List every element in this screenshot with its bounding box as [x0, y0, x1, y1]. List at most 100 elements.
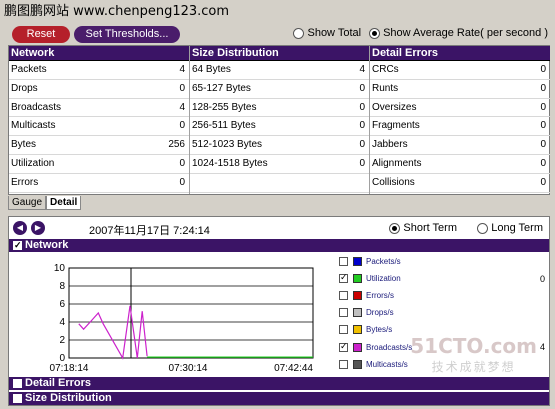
network-chart: 108642007:18:14 07:30:14 07:42:44	[50, 263, 314, 374]
legend-label: Drops/s	[366, 308, 394, 318]
network-section-label: Network	[25, 239, 69, 251]
detail-errors-row-value: 0	[540, 64, 546, 75]
legend-checkbox[interactable]	[339, 257, 348, 267]
legend-item[interactable]: Drops/s	[339, 304, 545, 321]
legend-swatch	[353, 257, 362, 267]
legend-label: Packets/s	[366, 257, 401, 267]
long-term-radio[interactable]	[477, 222, 489, 234]
detail-errors-row-value: 0	[540, 101, 546, 113]
show-total-radio[interactable]	[293, 27, 305, 39]
detail-errors-row: Fragments 0	[370, 117, 550, 137]
detail-errors-row: Oversizes 0	[370, 99, 550, 118]
detail-errors-section-header[interactable]: Detail Errors	[9, 377, 549, 390]
network-row-value: 256	[168, 139, 185, 151]
network-row-label: Utilization	[11, 157, 55, 169]
size-distribution-row-value: 0	[359, 120, 365, 132]
legend-checkbox[interactable]	[339, 341, 348, 352]
network-row-label: Errors	[11, 176, 39, 188]
network-row-value: 4	[179, 64, 185, 75]
x-tick-label: 07:18:14	[50, 363, 89, 374]
y-tick-label: 4	[59, 317, 65, 328]
size-distribution-row: 512-1023 Bytes 0	[190, 136, 369, 155]
reset-button[interactable]: Reset	[12, 26, 70, 43]
statistics-tables: Network Packets 4 Drops 0 Broadcasts 4 Multica…	[8, 45, 550, 195]
size-distribution-row-value: 0	[359, 157, 365, 169]
rate-mode-radios: Show Total Show Average Rate( per second…	[293, 27, 548, 39]
legend-swatch	[353, 359, 362, 369]
detail-errors-row-value: 0	[540, 82, 546, 94]
next-arrow-icon[interactable]: ▶	[31, 221, 45, 235]
chart-plot-area	[68, 267, 314, 359]
network-row-label: Packets	[11, 64, 47, 75]
legend-checkbox[interactable]	[339, 291, 348, 301]
network-row-value: 4	[179, 101, 185, 113]
detail-errors-section-checkbox[interactable]	[13, 378, 22, 388]
detail-errors-header: Detail Errors	[370, 46, 550, 61]
size-distribution-row-label: 512-1023 Bytes	[192, 139, 263, 151]
y-tick-label: 6	[59, 299, 65, 310]
previous-arrow-icon[interactable]: ◀	[13, 221, 27, 235]
legend-label: Errors/s	[366, 291, 394, 301]
network-section-header[interactable]: Network	[9, 239, 549, 252]
size-distribution-row-value: 4	[359, 64, 365, 75]
tab-detail[interactable]: Detail	[46, 196, 82, 210]
legend-label: Utilization	[366, 274, 401, 284]
show-total-option[interactable]: Show Total	[293, 27, 361, 39]
legend-item[interactable]: Packets/s	[339, 253, 545, 270]
tab-gauge[interactable]: Gauge	[8, 196, 47, 210]
size-distribution-row: 256-511 Bytes 0	[190, 117, 369, 137]
legend-swatch	[353, 342, 362, 352]
show-average-label: Show Average Rate( per second )	[383, 27, 548, 39]
detail-errors-row-value: 0	[540, 157, 546, 169]
network-row: Utilization 0	[9, 155, 189, 174]
legend-swatch	[353, 325, 362, 335]
size-distribution-row-value: 0	[359, 139, 365, 151]
legend-item[interactable]: Errors/s	[339, 287, 545, 304]
detail-errors-row: Jabbers 0	[370, 136, 550, 155]
legend-checkbox[interactable]	[339, 272, 348, 284]
set-thresholds-button[interactable]: Set Thresholds...	[74, 26, 180, 43]
legend-item[interactable]: Utilization 0	[339, 270, 545, 287]
size-distribution-section-checkbox[interactable]	[13, 393, 22, 403]
network-row: Drops 0	[9, 80, 189, 99]
size-distribution-row-label: 65-127 Bytes	[192, 82, 251, 94]
size-distribution-row-label: 256-511 Bytes	[192, 120, 256, 132]
header-watermark: 鹏图鹏网站 www.chenpeng123.com	[4, 4, 230, 19]
legend-swatch	[353, 291, 362, 301]
short-term-option[interactable]: Short Term	[389, 222, 457, 234]
size-distribution-row	[190, 174, 369, 193]
detail-errors-row-value: 0	[540, 120, 546, 132]
size-distribution-row: 64 Bytes 4	[190, 61, 369, 80]
time-navigation: ◀ ▶	[13, 221, 45, 235]
detail-errors-table: Detail Errors CRCs 0 Runts 0 Oversizes 0 Fragm…	[370, 46, 550, 194]
size-distribution-section-header[interactable]: Size Distribution	[9, 392, 549, 405]
detail-errors-row-value: 0	[540, 139, 546, 151]
network-row: Broadcasts 4	[9, 99, 189, 118]
y-tick-label: 2	[59, 335, 65, 346]
legend-checkbox[interactable]	[339, 325, 348, 335]
short-term-radio[interactable]	[389, 222, 401, 234]
network-section-checkbox[interactable]	[13, 239, 22, 252]
size-distribution-table: Size Distribution 64 Bytes 4 65-127 Bytes 0…	[190, 46, 370, 194]
show-average-option[interactable]: Show Average Rate( per second )	[369, 27, 548, 39]
x-tick-label: 07:42:44	[274, 363, 313, 374]
y-tick-label: 8	[59, 281, 65, 292]
network-row: Multicasts 0	[9, 117, 189, 137]
view-tabs: Gauge Detail	[8, 196, 82, 210]
network-header: Network	[9, 46, 189, 61]
network-row-value: 0	[179, 120, 185, 132]
timestamp: 2007年11月17日 7:24:14	[89, 225, 210, 237]
detail-errors-row-label: Alignments	[372, 157, 422, 169]
size-distribution-section-label: Size Distribution	[25, 392, 112, 404]
legend-swatch	[353, 308, 362, 318]
show-average-radio[interactable]	[369, 27, 381, 39]
network-row-label: Multicasts	[11, 120, 56, 132]
size-distribution-header: Size Distribution	[190, 46, 369, 61]
detail-errors-row: Runts 0	[370, 80, 550, 99]
long-term-label: Long Term	[491, 222, 543, 234]
long-term-option[interactable]: Long Term	[477, 222, 543, 234]
size-distribution-row: 128-255 Bytes 0	[190, 99, 369, 118]
network-row: Errors 0	[9, 174, 189, 193]
legend-checkbox[interactable]	[339, 359, 348, 369]
legend-checkbox[interactable]	[339, 308, 348, 318]
